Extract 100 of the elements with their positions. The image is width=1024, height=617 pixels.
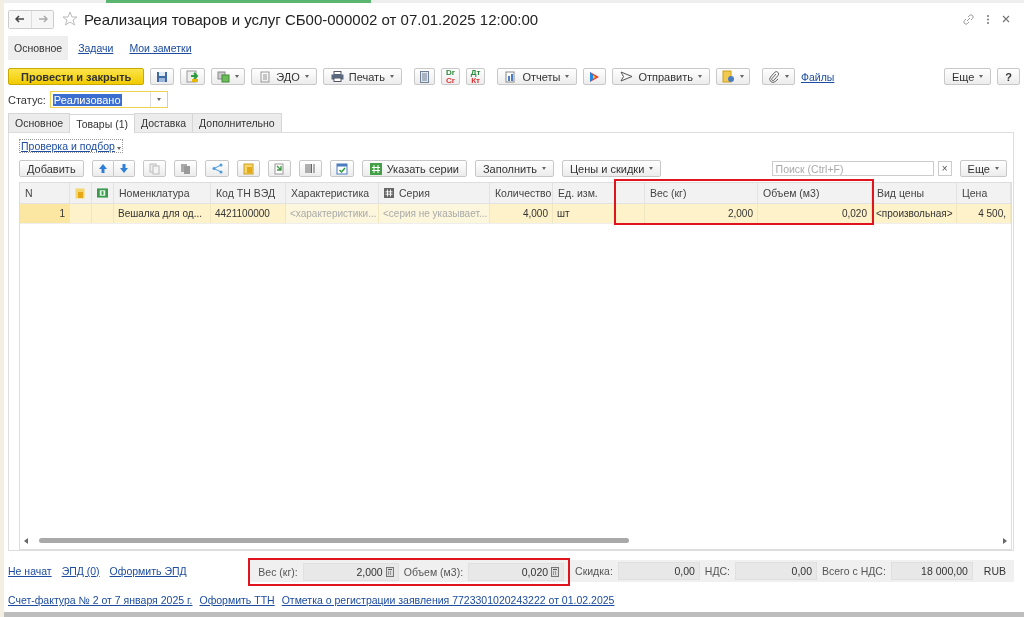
total-field: 0,00 xyxy=(735,562,817,580)
document-link[interactable]: Счет-фактура № 2 от 7 января 2025 г. xyxy=(8,594,193,612)
currency-label: RUB xyxy=(983,565,1006,577)
share-button[interactable] xyxy=(204,160,229,177)
table-cell: Вешалка для од... xyxy=(118,208,202,219)
copy-dropdown-button[interactable] xyxy=(211,68,246,85)
check-and-select-link[interactable]: Проверка и подбор xyxy=(19,139,123,153)
column-header[interactable]: N xyxy=(25,187,33,199)
play-icon xyxy=(589,70,601,83)
fill-button[interactable]: Заполнить xyxy=(474,160,554,177)
save-button[interactable] xyxy=(150,68,175,85)
paste-button[interactable] xyxy=(173,160,197,177)
more-icon[interactable] xyxy=(986,13,990,25)
move-up-button[interactable] xyxy=(91,160,114,177)
hash-icon xyxy=(384,188,394,198)
column-header[interactable]: Ед. изм. xyxy=(558,187,598,199)
hash-icon xyxy=(369,162,382,175)
table-cell: 4421100000 xyxy=(215,208,270,219)
table-cell: 4 500, xyxy=(978,208,1006,219)
column-header[interactable]: Серия xyxy=(384,187,430,199)
search-field[interactable]: Поиск (Ctrl+F) xyxy=(771,161,934,176)
share-icon xyxy=(210,163,223,174)
reports-button[interactable]: Отчеты xyxy=(497,68,578,85)
edo-button[interactable]: ЭДО xyxy=(251,68,317,85)
table-cell: 4,000 xyxy=(522,208,548,219)
document-link[interactable]: Оформить ТТН xyxy=(199,594,275,612)
move-down-button[interactable] xyxy=(113,160,135,177)
add-button[interactable]: Добавить xyxy=(19,160,84,177)
left-arrow-icon xyxy=(15,15,25,23)
files-link[interactable]: Файлы xyxy=(801,70,835,83)
send-button[interactable]: Отправить xyxy=(612,68,710,85)
footer-link[interactable]: Не начат xyxy=(8,565,52,577)
dr-cr-button[interactable]: Dr Cr xyxy=(440,68,460,85)
floppy-icon xyxy=(156,70,169,83)
copy-icon xyxy=(148,162,160,175)
column-header[interactable]: Цена xyxy=(962,187,988,199)
tab[interactable]: Доставка xyxy=(134,113,194,132)
tab[interactable]: Дополнительно xyxy=(192,113,282,132)
more-button[interactable]: Еще xyxy=(943,68,992,85)
table-cell: <серия не указывает... xyxy=(383,208,488,219)
folder-clock-icon xyxy=(722,70,735,83)
post-and-close-button[interactable]: Провести и закрыть xyxy=(8,68,145,85)
print-button[interactable]: Печать xyxy=(322,68,402,85)
status-field[interactable]: Реализовано xyxy=(49,91,168,108)
back-button[interactable] xyxy=(9,10,31,28)
column-header[interactable]: Объем (м3) xyxy=(763,187,820,199)
total-label: Объем (м3): xyxy=(403,565,464,578)
set-series-button[interactable]: Указать серии xyxy=(361,160,467,177)
total-label: НДС: xyxy=(704,565,730,577)
document-link[interactable]: Отметка о регистрации заявления 7723301020243222 от 01.02.2025 xyxy=(281,594,615,612)
scroll-right-icon[interactable] xyxy=(1002,537,1008,544)
scroll-left-icon[interactable] xyxy=(23,537,29,544)
help-button[interactable]: ? xyxy=(997,68,1020,85)
section-tab[interactable]: Основное xyxy=(8,36,69,60)
column-header[interactable]: Количество xyxy=(495,187,552,199)
calculator-icon[interactable] xyxy=(385,566,394,577)
total-field: 0,00 xyxy=(617,562,700,580)
pages-icon xyxy=(179,162,191,175)
printer-icon xyxy=(330,71,344,82)
barcode-icon xyxy=(304,163,316,174)
document-button[interactable] xyxy=(267,160,291,177)
column-header[interactable]: Код ТН ВЭД xyxy=(216,187,275,199)
column-header[interactable]: Характеристика xyxy=(291,187,370,199)
window-title: Реализация товаров и услуг СБ00-000002 от 07.01.2025 12:00:00 xyxy=(84,10,539,28)
chart-icon xyxy=(505,70,518,83)
section-tab[interactable]: Мои заметки xyxy=(123,36,198,60)
attachment-button[interactable] xyxy=(762,68,795,85)
folder-button[interactable] xyxy=(236,160,260,177)
footer-link[interactable]: ЭПД (0) xyxy=(61,565,100,577)
document-arrow-button[interactable] xyxy=(180,68,206,85)
documents-icon xyxy=(217,70,231,83)
link-icon[interactable] xyxy=(963,13,974,25)
section-tab[interactable]: Задачи xyxy=(72,36,120,60)
tab[interactable]: Товары (1) xyxy=(69,114,135,133)
close-icon[interactable] xyxy=(1002,15,1010,23)
more-button[interactable]: Еще xyxy=(959,160,1007,177)
column-header[interactable]: Вид цены xyxy=(877,187,924,199)
clear-button[interactable]: × xyxy=(937,161,952,176)
dt-kt-button[interactable]: Дт Кт xyxy=(465,68,486,85)
total-label: Скидка: xyxy=(575,565,613,577)
total-field: 0,020 xyxy=(468,562,565,581)
tab[interactable]: Основное xyxy=(8,113,71,132)
folder-clock-button[interactable] xyxy=(716,68,750,85)
document-icon xyxy=(259,70,272,83)
table-cell: 1 xyxy=(59,208,65,219)
checklist-button[interactable] xyxy=(329,160,354,177)
play-button[interactable] xyxy=(583,68,607,85)
barcode-button[interactable] xyxy=(298,160,322,177)
folder-icon xyxy=(75,187,85,199)
table-cell: шт xyxy=(557,208,570,219)
status-label: Статус: xyxy=(8,93,46,106)
star-icon[interactable] xyxy=(62,11,78,27)
calculator-icon[interactable] xyxy=(551,566,560,577)
column-header[interactable]: Вес (кг) xyxy=(650,187,687,199)
prices-and-discounts-button[interactable]: Цены и скидки xyxy=(561,160,662,177)
column-header[interactable]: Номенклатура xyxy=(119,187,190,199)
table-cell: <произвольная> xyxy=(876,208,953,219)
list-button[interactable] xyxy=(413,68,435,85)
footer-link[interactable]: Оформить ЭПД xyxy=(109,565,187,577)
list-icon xyxy=(419,70,429,83)
